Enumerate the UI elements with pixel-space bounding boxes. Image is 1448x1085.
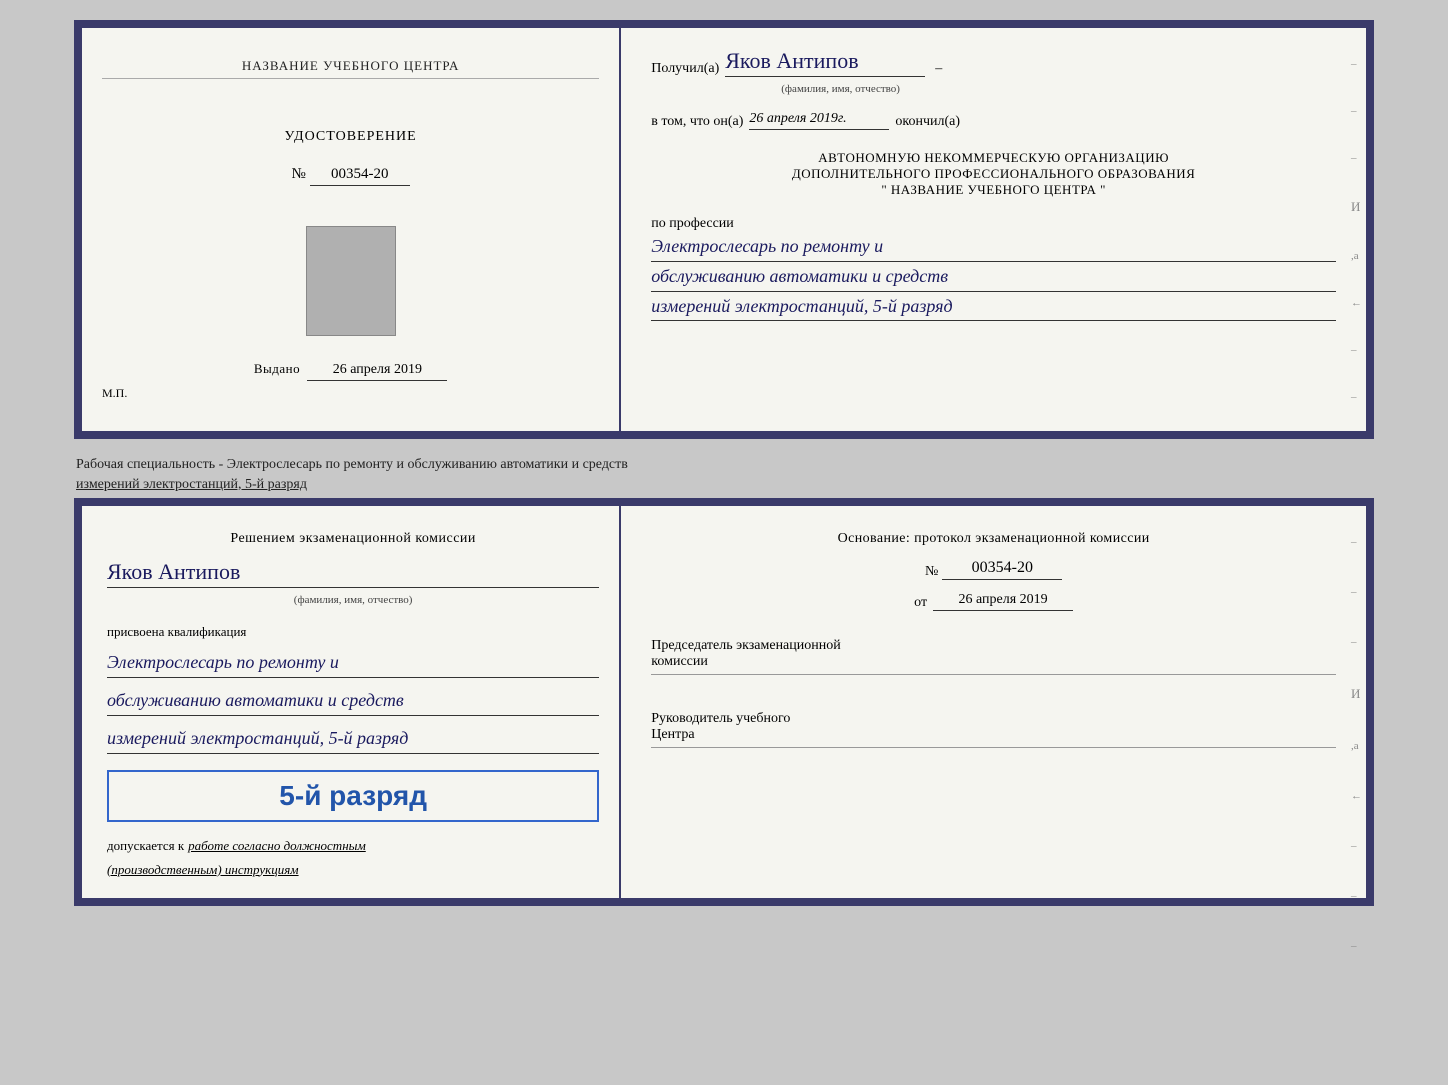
org-line3: " НАЗВАНИЕ УЧЕБНОГО ЦЕНТРА " bbox=[651, 182, 1336, 198]
issued-label: Выдано bbox=[254, 361, 300, 376]
udostoverenie-label: УДОСТОВЕРЕНИЕ bbox=[285, 129, 417, 145]
received-label: Получил(а) bbox=[651, 61, 719, 77]
profession-label: по профессии bbox=[651, 216, 1336, 232]
separator-line1: Рабочая специальность - Электрослесарь п… bbox=[76, 455, 1374, 475]
bottom-certificate: Решением экзаменационной комиссии Яков А… bbox=[74, 498, 1374, 905]
bottom-num-prefix: № bbox=[925, 564, 938, 580]
fio-note-bottom: (фамилия, имя, отчество) bbox=[107, 594, 599, 606]
director-signature-line bbox=[651, 747, 1336, 748]
profession-line3: измерений электростанций, 5-й разряд bbox=[651, 292, 1336, 322]
qual-line2: обслуживанию автоматики и средств bbox=[107, 686, 599, 716]
side-marks-right: – – – И ,а ← – – bbox=[1351, 58, 1362, 403]
date-from-prefix: от bbox=[914, 595, 927, 611]
bottom-number: 00354-20 bbox=[942, 559, 1062, 580]
issued-section: Выдано 26 апреля 2019 bbox=[254, 361, 448, 381]
org-line2: ДОПОЛНИТЕЛЬНОГО ПРОФЕССИОНАЛЬНОГО ОБРАЗО… bbox=[651, 166, 1336, 182]
top-certificate: НАЗВАНИЕ УЧЕБНОГО ЦЕНТРА УДОСТОВЕРЕНИЕ №… bbox=[74, 20, 1374, 439]
decision-label: Решением экзаменационной комиссии bbox=[107, 531, 599, 547]
bottom-date: 26 апреля 2019 bbox=[933, 592, 1073, 611]
profession-line2: обслуживанию автоматики и средств bbox=[651, 262, 1336, 292]
basis-label: Основание: протокол экзаменационной коми… bbox=[651, 531, 1336, 547]
cert-right-panel: Получил(а) Яков Антипов – (фамилия, имя,… bbox=[621, 28, 1366, 431]
org-block: АВТОНОМНУЮ НЕКОММЕРЧЕСКУЮ ОРГАНИЗАЦИЮ ДО… bbox=[651, 150, 1336, 198]
director-section: Руководитель учебного Центра bbox=[651, 711, 1336, 752]
received-row: Получил(а) Яков Антипов – bbox=[651, 48, 1336, 77]
date-label: в том, что он(а) bbox=[651, 114, 743, 130]
bottom-left-panel: Решением экзаменационной комиссии Яков А… bbox=[82, 506, 621, 897]
rank-label: 5-й разряд bbox=[279, 780, 427, 811]
chairman-section: Председатель экзаменационной комиссии bbox=[651, 638, 1336, 679]
cert-number: 00354-20 bbox=[310, 166, 410, 186]
mp-label: М.П. bbox=[102, 386, 599, 401]
director-label2: Центра bbox=[651, 727, 1336, 743]
bottom-date-row: от 26 апреля 2019 bbox=[651, 592, 1336, 611]
director-label: Руководитель учебного bbox=[651, 711, 1336, 727]
chairman-label2: комиссии bbox=[651, 654, 1336, 670]
bottom-name: Яков Антипов bbox=[107, 559, 599, 588]
rank-box: 5-й разряд bbox=[107, 770, 599, 822]
bottom-right-panel: Основание: протокол экзаменационной коми… bbox=[621, 506, 1366, 897]
finished-label: окончил(а) bbox=[895, 114, 960, 130]
profession-block: по профессии Электрослесарь по ремонту и… bbox=[651, 216, 1336, 321]
cert-left-panel: НАЗВАНИЕ УЧЕБНОГО ЦЕНТРА УДОСТОВЕРЕНИЕ №… bbox=[82, 28, 621, 431]
allowed-section: допускается к работе согласно должностны… bbox=[107, 838, 599, 854]
cert-number-section: УДОСТОВЕРЕНИЕ № 00354-20 bbox=[285, 109, 417, 186]
issued-date: 26 апреля 2019 bbox=[307, 362, 447, 381]
org-line1: АВТОНОМНУЮ НЕКОММЕРЧЕСКУЮ ОРГАНИЗАЦИЮ bbox=[651, 150, 1336, 166]
side-marks-bottom-right: – – – И ,а ← – – – bbox=[1351, 536, 1362, 952]
separator-line2: измерений электростанций, 5-й разряд bbox=[76, 475, 1374, 495]
recipient-name: Яков Антипов bbox=[725, 48, 925, 77]
number-prefix: № bbox=[291, 166, 305, 182]
qual-line1: Электрослесарь по ремонту и bbox=[107, 648, 599, 678]
allowed-work2: (производственным) инструкциям bbox=[107, 862, 599, 878]
school-name-top: НАЗВАНИЕ УЧЕБНОГО ЦЕНТРА bbox=[102, 58, 599, 79]
date-row: в том, что он(а) 26 апреля 2019г. окончи… bbox=[651, 111, 1336, 130]
fio-note-top: (фамилия, имя, отчество) bbox=[781, 83, 1448, 95]
chairman-signature-line bbox=[651, 674, 1336, 675]
bottom-number-row: № 00354-20 bbox=[651, 559, 1336, 580]
qualification-label: присвоена квалификация bbox=[107, 624, 599, 640]
profession-line1: Электрослесарь по ремонту и bbox=[651, 232, 1336, 262]
separator-section: Рабочая специальность - Электрослесарь п… bbox=[74, 449, 1374, 498]
chairman-label: Председатель экзаменационной bbox=[651, 638, 1336, 654]
photo-placeholder bbox=[306, 226, 396, 336]
allowed-label: допускается к bbox=[107, 838, 184, 854]
allowed-work: работе согласно должностным bbox=[188, 838, 366, 854]
qual-line3: измерений электростанций, 5-й разряд bbox=[107, 724, 599, 754]
date-value: 26 апреля 2019г. bbox=[749, 111, 889, 130]
